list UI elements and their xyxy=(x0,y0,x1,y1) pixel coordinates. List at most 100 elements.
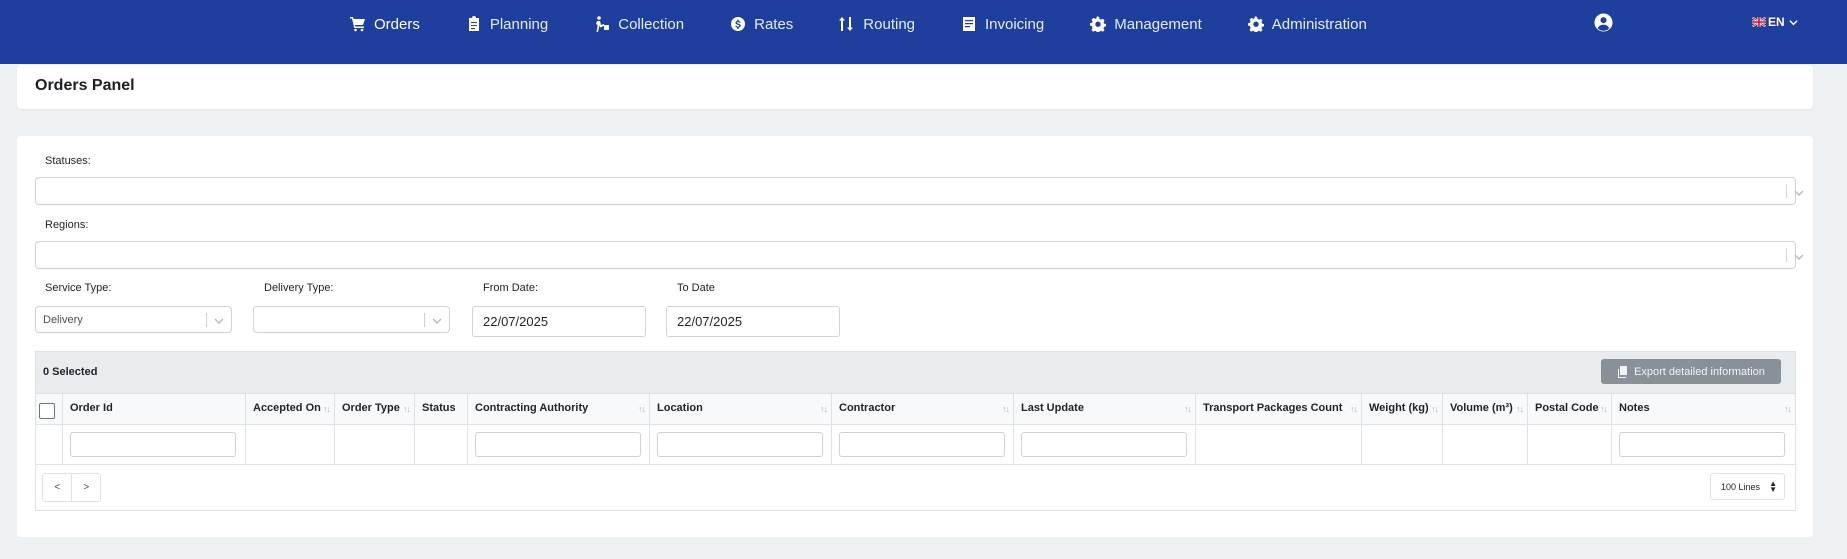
sort-icon: ↑↓ xyxy=(1002,404,1010,414)
sort-icon: ↑↓ xyxy=(1184,404,1192,414)
nav-management-label: Management xyxy=(1114,15,1202,33)
column-header-contractor[interactable]: Contractor ↑↓ xyxy=(832,394,1014,424)
dollar-circle-icon xyxy=(730,16,746,32)
delivery-type-label: Delivery Type: xyxy=(264,282,334,294)
sort-icon: ↑↓ xyxy=(638,404,646,414)
notes-filter-input[interactable] xyxy=(1619,432,1785,457)
table-toolbar: 0 Selected Export detailed information xyxy=(36,352,1795,393)
nav-rates[interactable]: Rates xyxy=(730,16,793,33)
column-header-postal-code[interactable]: Postal Code ↑↓ xyxy=(1528,394,1612,424)
copy-icon xyxy=(1618,365,1628,378)
column-header-volume[interactable]: Volume (m³) ↑↓ xyxy=(1443,394,1528,424)
select-separator xyxy=(424,313,425,327)
sort-icon: ↑↓ xyxy=(403,404,411,414)
column-header-notes[interactable]: Notes ↑↓ xyxy=(1612,394,1795,424)
person-carry-icon xyxy=(594,16,610,32)
nav-invoicing-label: Invoicing xyxy=(985,15,1045,33)
chevron-down-icon xyxy=(1789,19,1798,25)
chevron-down-icon xyxy=(431,314,443,326)
sort-icon: ↑↓ xyxy=(820,404,828,414)
select-separator xyxy=(1786,184,1787,198)
lines-per-page-select[interactable]: 100 Lines ▲ ▼ xyxy=(1710,473,1785,500)
select-separator xyxy=(1786,248,1787,262)
nav-collection[interactable]: Collection xyxy=(594,16,684,33)
sort-icon: ↑↓ xyxy=(1516,404,1524,414)
filter-cell xyxy=(1612,425,1795,464)
delivery-type-select[interactable] xyxy=(253,306,450,333)
nav-administration[interactable]: Administration xyxy=(1247,15,1367,33)
nav-planning-label: Planning xyxy=(489,15,549,33)
nav-orders-label: Orders xyxy=(374,15,420,33)
table-header: Order Id Accepted On ↑↓ Order Type ↑↓ Stat… xyxy=(36,393,1795,425)
nav-routing[interactable]: Routing xyxy=(839,16,915,33)
sort-icon: ↑↓ xyxy=(1600,404,1608,414)
user-avatar-icon[interactable] xyxy=(1594,13,1613,32)
title-card: Orders Panel xyxy=(17,65,1813,109)
column-header-contracting-authority[interactable]: Contracting Authority ↑↓ xyxy=(468,394,650,424)
column-header-order-type[interactable]: Order Type ↑↓ xyxy=(335,394,415,424)
location-filter-input[interactable] xyxy=(657,432,823,457)
column-header-location[interactable]: Location ↑↓ xyxy=(650,394,832,424)
nav-management[interactable]: Management xyxy=(1090,16,1202,33)
select-all-checkbox[interactable] xyxy=(39,403,55,419)
filter-cell xyxy=(1528,425,1612,464)
regions-select[interactable] xyxy=(35,241,1804,269)
chevron-down-icon xyxy=(213,314,225,326)
order-id-filter-input[interactable] xyxy=(70,432,236,457)
invoice-icon xyxy=(961,16,977,32)
contractor-filter-input[interactable] xyxy=(839,432,1005,457)
next-page-button[interactable]: > xyxy=(71,474,100,501)
nav-collection-label: Collection xyxy=(618,15,685,33)
column-header-transport-packages-count[interactable]: Transport Packages Count ↑↓ xyxy=(1196,394,1362,424)
to-date-input[interactable] xyxy=(666,306,840,337)
sort-icon: ↑↓ xyxy=(323,404,331,414)
page-title: Orders Panel xyxy=(35,77,135,94)
updown-icon: ▲ ▼ xyxy=(1769,479,1777,494)
filter-cell xyxy=(468,425,650,464)
select-all-cell xyxy=(36,394,63,424)
last-update-filter-input[interactable] xyxy=(1021,432,1187,457)
sort-icon: ↑↓ xyxy=(1784,404,1792,414)
gear-icon xyxy=(1247,16,1264,32)
column-header-order-id[interactable]: Order Id xyxy=(63,394,246,424)
sort-icon: ↑↓ xyxy=(1431,404,1439,414)
uk-flag-icon xyxy=(1752,17,1766,27)
top-navbar: Orders Planning Collection Rates Routing… xyxy=(0,0,1847,64)
service-type-label: Service Type: xyxy=(45,282,112,294)
cart-icon xyxy=(350,16,366,32)
nav-planning[interactable]: Planning xyxy=(466,16,548,33)
export-button[interactable]: Export detailed information xyxy=(1601,359,1781,384)
sort-icon: ↑↓ xyxy=(1350,404,1358,414)
filter-cell xyxy=(1362,425,1443,464)
service-type-select[interactable]: Delivery xyxy=(35,306,232,333)
contracting-authority-filter-input[interactable] xyxy=(475,432,641,457)
lines-per-page-value: 100 Lines xyxy=(1721,482,1761,492)
column-header-accepted-on[interactable]: Accepted On ↑↓ xyxy=(246,394,335,424)
filter-cell xyxy=(1014,425,1196,464)
statuses-select[interactable] xyxy=(35,177,1804,205)
statuses-label: Statuses: xyxy=(45,155,91,167)
column-header-last-update[interactable]: Last Update ↑↓ xyxy=(1014,394,1196,424)
column-header-status[interactable]: Status xyxy=(415,394,468,424)
filter-cell xyxy=(246,425,335,464)
language-selector[interactable]: EN xyxy=(1752,15,1798,29)
filter-cell xyxy=(650,425,832,464)
export-button-label: Export detailed information xyxy=(1634,365,1765,378)
filter-cell xyxy=(1196,425,1362,464)
column-header-weight[interactable]: Weight (kg) ↑↓ xyxy=(1362,394,1443,424)
nav-rates-label: Rates xyxy=(754,15,794,33)
chevron-down-icon xyxy=(1793,250,1805,262)
gear-icon xyxy=(1090,16,1107,32)
filter-cell xyxy=(36,425,63,464)
nav-administration-label: Administration xyxy=(1271,15,1367,33)
from-date-input[interactable] xyxy=(472,306,646,337)
from-date-label: From Date: xyxy=(483,282,539,294)
selected-count: 0 Selected xyxy=(43,366,98,378)
orders-table: 0 Selected Export detailed information O… xyxy=(35,351,1796,511)
filter-row xyxy=(36,425,1795,465)
filter-cell xyxy=(832,425,1014,464)
nav-invoicing[interactable]: Invoicing xyxy=(961,16,1044,33)
prev-page-button[interactable]: < xyxy=(43,474,71,501)
nav-orders[interactable]: Orders xyxy=(350,16,420,33)
select-separator xyxy=(206,313,207,327)
